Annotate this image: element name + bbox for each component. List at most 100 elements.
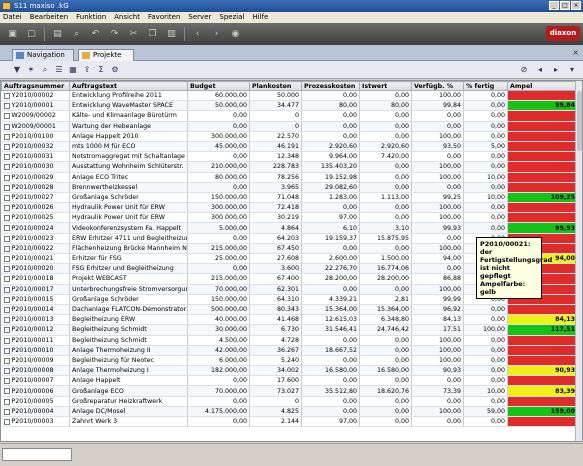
- order-text-cell[interactable]: Dachanlage FLATCON-Demonstrator: [69, 304, 188, 316]
- order-number-cell[interactable]: W2009/00001: [1, 121, 70, 132]
- order-number-cell[interactable]: P2010/00011: [1, 335, 70, 346]
- value-cell[interactable]: 41.468: [249, 314, 302, 326]
- minimize-button[interactable]: _: [549, 1, 559, 10]
- value-cell[interactable]: 0,00: [359, 90, 412, 102]
- order-number-cell[interactable]: P2010/00023: [1, 233, 70, 244]
- value-cell[interactable]: 100,00: [411, 212, 464, 224]
- pin-icon[interactable]: ⊘: [519, 65, 529, 75]
- order-number-cell[interactable]: P2010/00017: [1, 284, 70, 295]
- value-cell[interactable]: 0,00: [187, 233, 250, 244]
- value-cell[interactable]: 99,84: [411, 100, 464, 112]
- value-cell[interactable]: 0,00: [463, 335, 508, 346]
- traffic-light-cell[interactable]: 0,00: [507, 121, 578, 132]
- order-text-cell[interactable]: Unterbrechungsfreie Stromversorgun: [69, 284, 188, 295]
- order-text-cell[interactable]: Großanlage ECO: [69, 385, 188, 397]
- order-number-cell[interactable]: P2010/00012: [1, 324, 70, 336]
- value-cell[interactable]: 6.348,80: [359, 314, 412, 326]
- row-checkbox[interactable]: [3, 194, 10, 201]
- traffic-light-cell[interactable]: 0,00: [507, 151, 578, 163]
- value-cell[interactable]: 0,00: [359, 121, 412, 132]
- traffic-light-cell[interactable]: 100,00: [507, 131, 578, 142]
- value-cell[interactable]: 0,00: [463, 396, 508, 407]
- value-cell[interactable]: 0,00: [411, 233, 464, 244]
- row-checkbox[interactable]: [3, 256, 10, 262]
- value-cell[interactable]: 100,00: [411, 131, 464, 142]
- value-cell[interactable]: 0,00: [359, 243, 412, 255]
- value-cell[interactable]: 0,00: [411, 121, 464, 132]
- value-cell[interactable]: 0,00: [463, 355, 508, 367]
- value-cell[interactable]: 0,00: [359, 416, 412, 428]
- value-cell[interactable]: 16.580,00: [301, 365, 360, 377]
- traffic-light-cell[interactable]: 100,00: [507, 212, 578, 224]
- value-cell[interactable]: 0,00: [463, 222, 508, 234]
- order-text-cell[interactable]: Erhitzer für FSG: [69, 253, 188, 265]
- value-cell[interactable]: 0,00: [463, 345, 508, 356]
- row-checkbox[interactable]: [3, 235, 10, 242]
- table-row[interactable]: P2010/00013 Begleitheizung ERW 40.000,00 41…: [1, 314, 578, 326]
- value-cell[interactable]: 50.000,00: [187, 100, 250, 112]
- order-text-cell[interactable]: Wartung der Hebeanlage: [69, 121, 188, 132]
- value-cell[interactable]: 0,00: [301, 131, 360, 142]
- value-cell[interactable]: 0,00: [359, 110, 412, 122]
- value-cell[interactable]: 78.256: [249, 172, 302, 183]
- value-cell[interactable]: 10,00: [463, 172, 508, 183]
- value-cell[interactable]: 6.000,00: [187, 355, 250, 367]
- column-header[interactable]: Prozesskosten: [301, 81, 360, 91]
- row-checkbox[interactable]: [3, 133, 10, 140]
- table-row[interactable]: P2010/00006 Großanlage ECO 70.000,00 73.027…: [1, 385, 578, 397]
- value-cell[interactable]: 5.240: [249, 355, 302, 367]
- value-cell[interactable]: 34.002: [249, 365, 302, 377]
- value-cell[interactable]: 97,00: [301, 416, 360, 428]
- value-cell[interactable]: 0,00: [359, 396, 412, 407]
- menu-funktion[interactable]: Funktion: [76, 12, 106, 23]
- value-cell[interactable]: 25.000,00: [187, 253, 250, 265]
- export-icon[interactable]: ⇪: [82, 65, 92, 75]
- traffic-light-cell[interactable]: 0,00: [507, 416, 578, 428]
- table-row[interactable]: P2010/00012 Begleitheizung Schmidt 30.000,…: [1, 324, 578, 336]
- value-cell[interactable]: 0,00: [463, 121, 508, 132]
- row-checkbox[interactable]: [3, 225, 10, 232]
- row-checkbox[interactable]: [3, 215, 10, 222]
- filter-icon[interactable]: ▼: [12, 65, 22, 75]
- row-checkbox[interactable]: [3, 378, 10, 385]
- value-cell[interactable]: 15.875,95: [359, 233, 412, 244]
- row-checkbox[interactable]: [3, 388, 10, 395]
- table-row[interactable]: P2010/00003 Zahnrt Werk 3 0,00 2.144 97,00 0,…: [1, 416, 578, 428]
- order-number-cell[interactable]: P2010/00020: [1, 263, 70, 275]
- value-cell[interactable]: 4.175.000,00: [187, 406, 250, 418]
- value-cell[interactable]: 0,00: [301, 243, 360, 255]
- table-row[interactable]: W2009/00002 Kälte- und Klimaanlage Bürotü…: [1, 110, 578, 122]
- value-cell[interactable]: 12.348: [249, 151, 302, 163]
- value-cell[interactable]: 84,13: [411, 314, 464, 326]
- table-row[interactable]: Y2010/00001 Entwicklung WaveMaster SPACE 5…: [1, 100, 578, 112]
- value-cell[interactable]: 10,00: [463, 385, 508, 397]
- value-cell[interactable]: 19.159,37: [301, 233, 360, 244]
- value-cell[interactable]: 5,00: [463, 141, 508, 153]
- value-cell[interactable]: 4.825: [249, 406, 302, 418]
- traffic-light-cell[interactable]: 0,00: [507, 182, 578, 193]
- order-number-cell[interactable]: P2010/00029: [1, 172, 70, 183]
- new-icon[interactable]: ▢: [25, 28, 38, 41]
- traffic-light-cell[interactable]: 0,00: [507, 396, 578, 407]
- value-cell[interactable]: 12.615,03: [301, 314, 360, 326]
- order-number-cell[interactable]: P2010/00100: [1, 131, 70, 142]
- order-text-cell[interactable]: mts 1000 M für ECO: [69, 141, 188, 153]
- row-checkbox[interactable]: [3, 419, 10, 425]
- traffic-light-cell[interactable]: 84,13: [507, 314, 578, 326]
- table-row[interactable]: P2010/00025 Hydraulik Power Unit für ERW 3…: [1, 212, 578, 224]
- value-cell[interactable]: 10,00: [463, 192, 508, 204]
- value-cell[interactable]: 0: [249, 110, 302, 122]
- order-number-cell[interactable]: P2010/00031: [1, 151, 70, 163]
- prev-icon[interactable]: ◂: [535, 65, 545, 75]
- value-cell[interactable]: 30.000,00: [187, 324, 250, 336]
- cut-icon[interactable]: ✂: [127, 28, 140, 41]
- value-cell[interactable]: 16.580,00: [359, 365, 412, 377]
- value-cell[interactable]: 36.267: [249, 345, 302, 356]
- value-cell[interactable]: 5.000,00: [187, 222, 250, 234]
- traffic-light-cell[interactable]: 90,93: [507, 365, 578, 377]
- order-number-cell[interactable]: P2010/00021: [1, 253, 70, 265]
- value-cell[interactable]: 7.420,00: [359, 151, 412, 163]
- value-cell[interactable]: 0,00: [359, 202, 412, 214]
- value-cell[interactable]: 100,00: [411, 202, 464, 214]
- value-cell[interactable]: 100,00: [411, 335, 464, 346]
